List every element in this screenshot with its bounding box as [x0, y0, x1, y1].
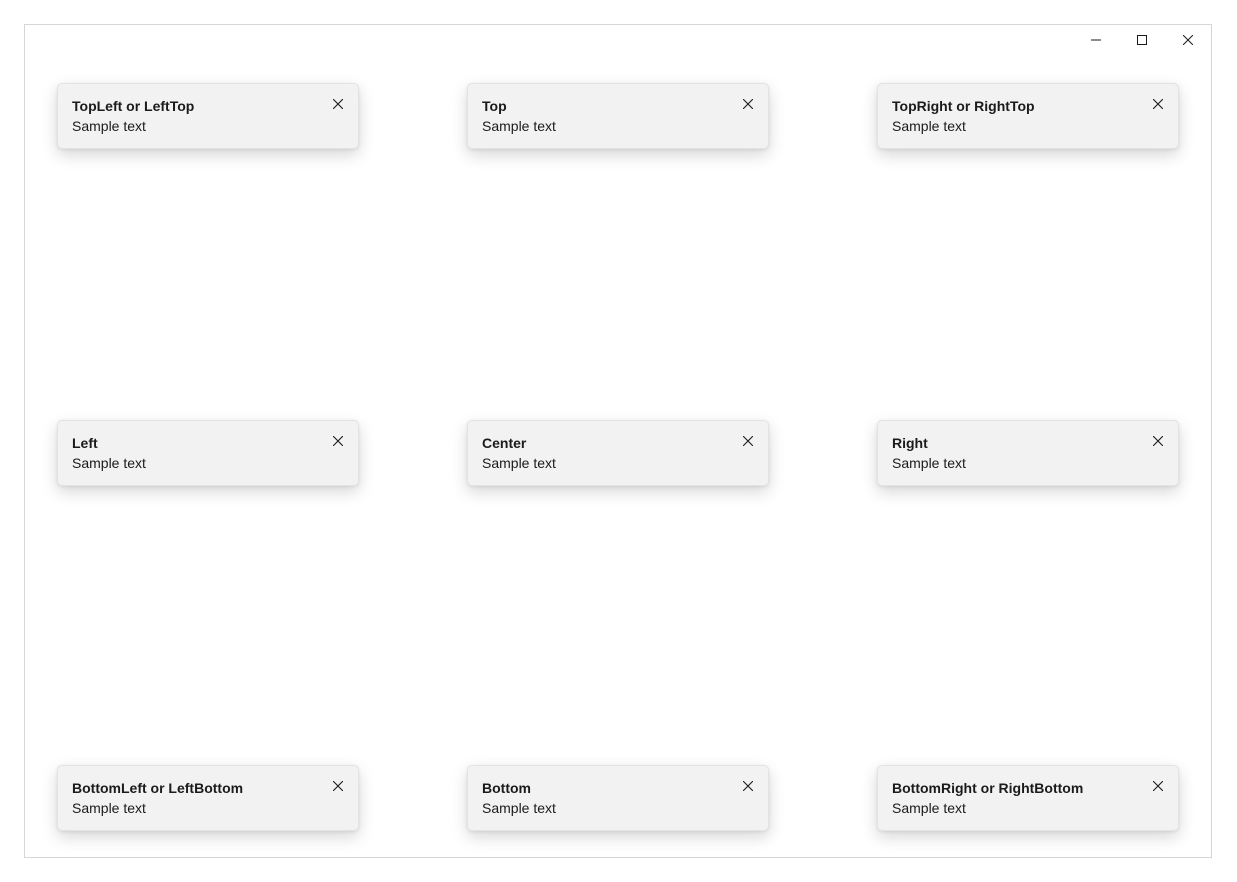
snackbar-body: Sample text: [72, 116, 316, 136]
snackbar-bottom-left: BottomLeft or LeftBottom Sample text: [57, 765, 359, 831]
close-icon: [1183, 35, 1193, 45]
close-icon: [743, 99, 753, 109]
close-icon: [333, 436, 343, 446]
snackbar-title: Right: [892, 433, 1136, 453]
close-icon: [333, 99, 343, 109]
snackbar-title: BottomLeft or LeftBottom: [72, 778, 316, 798]
cell-bottom-left: BottomLeft or LeftBottom Sample text: [25, 593, 401, 859]
snackbar-top-left: TopLeft or LeftTop Sample text: [57, 83, 359, 149]
snackbar-title: TopRight or RightTop: [892, 96, 1136, 116]
close-button[interactable]: [1165, 25, 1211, 55]
snackbar-close-button[interactable]: [1146, 429, 1170, 453]
snackbar-body: Sample text: [482, 798, 726, 818]
close-icon: [1153, 99, 1163, 109]
cell-bottom: Bottom Sample text: [431, 593, 807, 859]
snackbar-title: Bottom: [482, 778, 726, 798]
cell-bottom-right: BottomRight or RightBottom Sample text: [841, 593, 1217, 859]
snackbar-close-button[interactable]: [1146, 774, 1170, 798]
snackbar-close-button[interactable]: [736, 774, 760, 798]
close-icon: [333, 781, 343, 791]
close-icon: [1153, 781, 1163, 791]
close-icon: [743, 781, 753, 791]
snackbar-title: Left: [72, 433, 316, 453]
minimize-icon: [1091, 35, 1101, 45]
maximize-icon: [1137, 35, 1147, 45]
snackbar-body: Sample text: [892, 798, 1136, 818]
snackbar-body: Sample text: [482, 453, 726, 473]
snackbar-center: Center Sample text: [467, 420, 769, 486]
snackbar-top: Top Sample text: [467, 83, 769, 149]
snackbar-close-button[interactable]: [736, 429, 760, 453]
snackbar-title: TopLeft or LeftTop: [72, 96, 316, 116]
snackbar-close-button[interactable]: [326, 774, 350, 798]
snackbar-close-button[interactable]: [326, 429, 350, 453]
cell-top: Top Sample text: [431, 55, 807, 321]
minimize-button[interactable]: [1073, 25, 1119, 55]
cell-top-left: TopLeft or LeftTop Sample text: [25, 55, 401, 321]
snackbar-body: Sample text: [892, 453, 1136, 473]
snackbar-title: Top: [482, 96, 726, 116]
snackbar-close-button[interactable]: [736, 92, 760, 116]
snackbar-title: BottomRight or RightBottom: [892, 778, 1136, 798]
snackbar-top-right: TopRight or RightTop Sample text: [877, 83, 1179, 149]
snackbar-body: Sample text: [72, 798, 316, 818]
snackbar-body: Sample text: [892, 116, 1136, 136]
snackbar-close-button[interactable]: [326, 92, 350, 116]
titlebar: [1073, 25, 1211, 55]
app-window: TopLeft or LeftTop Sample text Top Sampl…: [24, 24, 1212, 858]
snackbar-bottom-right: BottomRight or RightBottom Sample text: [877, 765, 1179, 831]
snackbar-bottom: Bottom Sample text: [467, 765, 769, 831]
content-area: TopLeft or LeftTop Sample text Top Sampl…: [25, 55, 1211, 857]
maximize-button[interactable]: [1119, 25, 1165, 55]
snackbar-left: Left Sample text: [57, 420, 359, 486]
close-icon: [1153, 436, 1163, 446]
snackbar-title: Center: [482, 433, 726, 453]
snackbar-close-button[interactable]: [1146, 92, 1170, 116]
snackbar-body: Sample text: [72, 453, 316, 473]
snackbar-body: Sample text: [482, 116, 726, 136]
cell-top-right: TopRight or RightTop Sample text: [841, 55, 1217, 321]
close-icon: [743, 436, 753, 446]
snackbar-right: Right Sample text: [877, 420, 1179, 486]
